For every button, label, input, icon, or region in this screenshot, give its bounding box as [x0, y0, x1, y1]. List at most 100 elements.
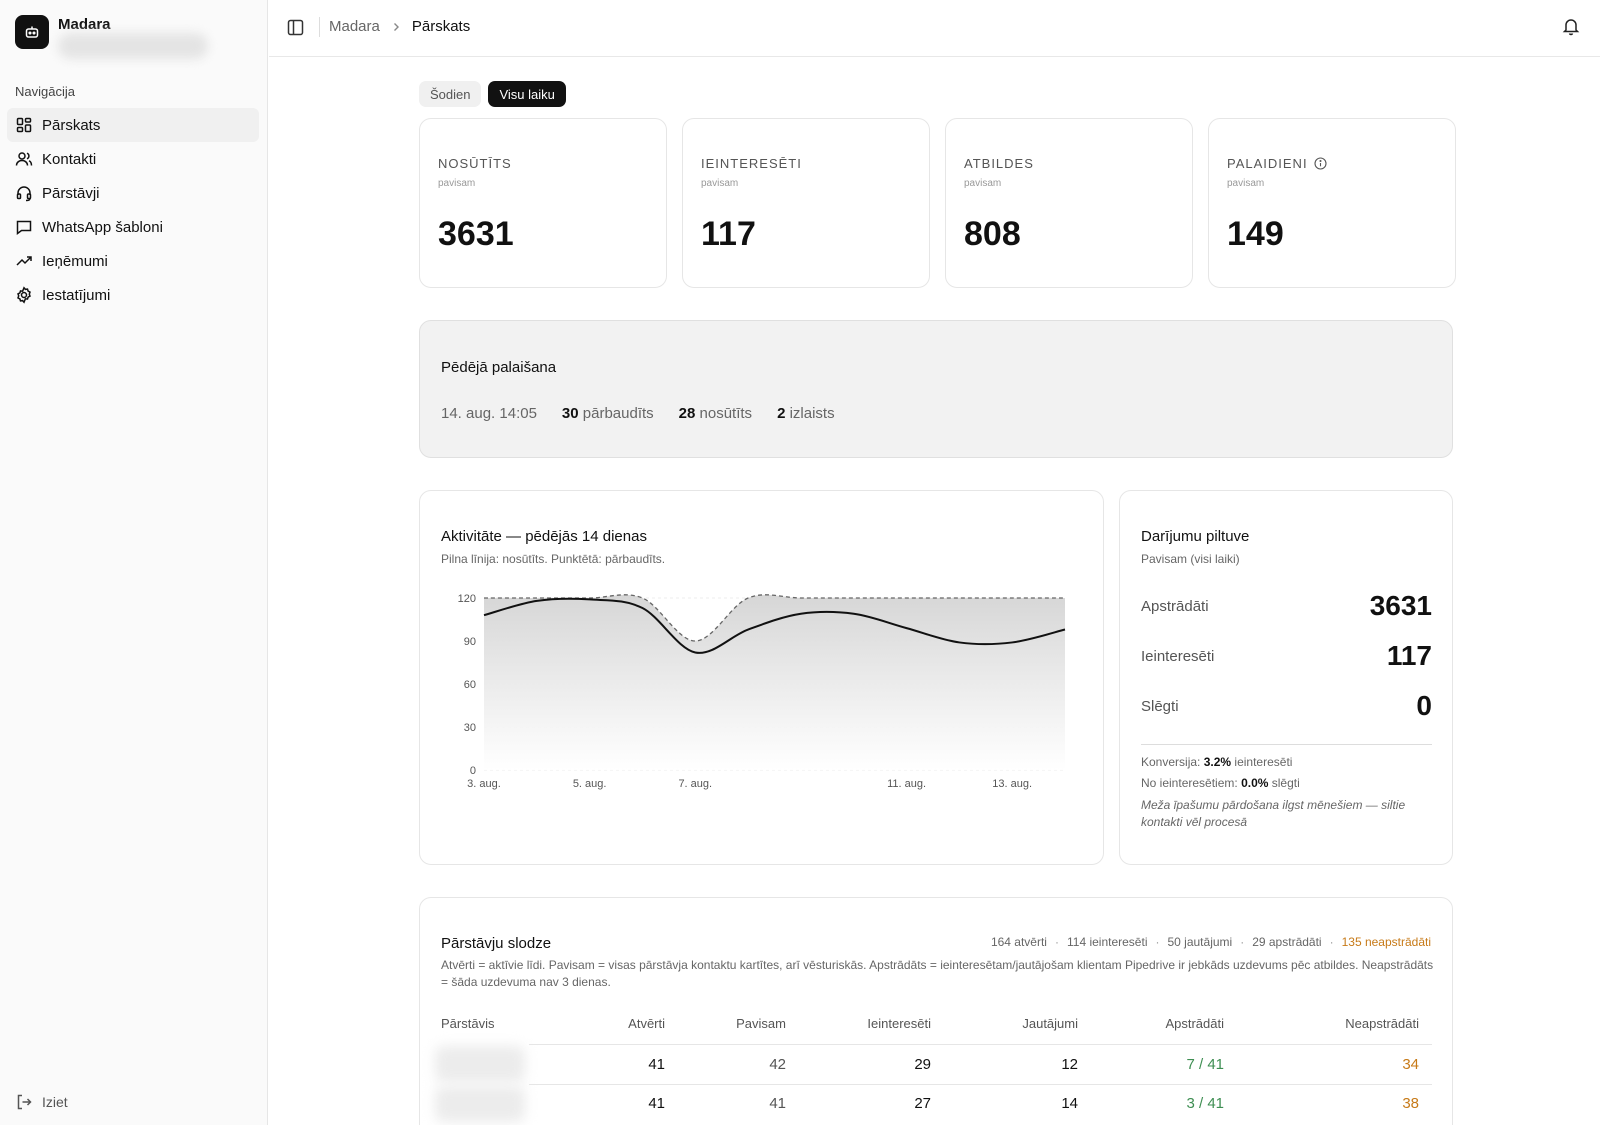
sidebar-item-label: Ieņēmumi: [42, 252, 108, 270]
chevron-right-icon: [390, 21, 402, 33]
range-today-button[interactable]: Šodien: [419, 81, 482, 107]
breadcrumb-current: Pārskats: [411, 18, 471, 35]
y-tick-label: 0: [470, 765, 476, 777]
agent-load-description: Atvērti = aktīvie līdi. Pavisam = visas …: [441, 958, 1434, 989]
stat-sub: pavisam: [701, 178, 739, 189]
agent-name-redacted: [435, 1046, 525, 1082]
stat-sub: pavisam: [438, 178, 476, 189]
breadcrumb-root[interactable]: Madara: [329, 18, 380, 35]
funnel-row-value: 0: [1416, 690, 1432, 721]
funnel-title: Darījumu piltuve: [1141, 528, 1250, 545]
stat-card-sent: NOSŪTĪTS pavisam 3631: [419, 118, 667, 288]
separator-dot: ·: [1240, 935, 1245, 949]
range-all-time-button[interactable]: Visu laiku: [488, 81, 566, 107]
sidebar-item-label: Pārskats: [42, 116, 101, 134]
column-header-questions[interactable]: Jautājumi: [1022, 1016, 1078, 1031]
sidebar-item-agents[interactable]: Pārstāvji: [7, 176, 259, 210]
top-bar: Madara Pārskats: [269, 0, 1600, 57]
bell-icon: [1562, 19, 1580, 36]
summary-handled: 29 apstrādāti: [1252, 935, 1322, 949]
divider: [529, 1084, 1432, 1085]
stat-card-replies: ATBILDES pavisam 808: [945, 118, 1193, 288]
column-header-agent[interactable]: Pārstāvis: [441, 1016, 494, 1031]
column-header-handled[interactable]: Apstrādāti: [1165, 1016, 1224, 1031]
cell-unhandled: 34: [1402, 1056, 1419, 1073]
sidebar-item-settings[interactable]: Iestatījumi: [7, 278, 259, 312]
y-tick-label: 90: [464, 636, 476, 648]
x-tick-label: 3. aug.: [467, 778, 501, 790]
activity-subtitle: Pilna līnija: nosūtīts. Punktētā: pārbau…: [441, 552, 666, 566]
column-header-total[interactable]: Pavisam: [736, 1016, 786, 1031]
last-run-summary: 14. aug. 14:05 30 pārbaudīts 28 nosūtīts…: [441, 405, 860, 422]
logout-icon: [17, 1094, 32, 1110]
last-run-date: 14. aug. 14:05: [441, 405, 537, 422]
stat-card-launches: PALAIDIENI pavisam 149: [1208, 118, 1456, 288]
robot-icon: [15, 15, 49, 49]
column-header-interested[interactable]: Ieinteresēti: [867, 1016, 931, 1031]
sidebar-item-overview[interactable]: Pārskats: [7, 108, 259, 142]
last-run-title: Pēdējā palaišana: [441, 359, 557, 376]
notifications-button[interactable]: [1562, 17, 1580, 41]
conversion-label: Konversija:: [1141, 755, 1201, 769]
sidebar: Madara Navigācija Pārskats Kontakti Pārs…: [0, 0, 268, 1125]
sidebar-item-contacts[interactable]: Kontakti: [7, 142, 259, 176]
divider: [1141, 744, 1432, 745]
funnel-row-processed: Apstrādāti 3631: [1141, 590, 1432, 622]
brand-name: Madara: [58, 16, 111, 33]
x-tick-label: 5. aug.: [573, 778, 607, 790]
stat-card-interested: IEINTERESĒTI pavisam 117: [682, 118, 930, 288]
stat-label-text: ATBILDES: [964, 156, 1034, 171]
cell-unhandled: 38: [1402, 1095, 1419, 1112]
last-run-skipped: 2 izlaists: [777, 405, 835, 422]
closed-rate-value: 0.0%: [1241, 776, 1269, 790]
x-tick-label: 13. aug.: [992, 778, 1032, 790]
funnel-row-label: Slēgti: [1141, 697, 1179, 715]
funnel-row-value: 117: [1386, 640, 1432, 671]
gear-icon: [17, 286, 31, 304]
last-run-checked: 30 pārbaudīts: [562, 405, 654, 422]
stat-value: 149: [1227, 215, 1284, 253]
y-tick-label: 60: [464, 679, 476, 691]
column-header-unhandled[interactable]: Neapstrādāti: [1345, 1016, 1419, 1031]
x-tick-label: 7. aug.: [678, 778, 712, 790]
cell-handled: 3 / 41: [1186, 1095, 1224, 1112]
stat-value: 3631: [438, 215, 514, 253]
cell-questions: 12: [1061, 1056, 1078, 1073]
activity-title: Aktivitāte — pēdējās 14 dienas: [441, 528, 647, 545]
panel-left-icon: [287, 19, 304, 36]
agent-load-summary: 164 atvērti · 114 ieinteresēti · 50 jautāj…: [991, 935, 1431, 949]
sidebar-item-label: Iestatījumi: [42, 286, 111, 304]
cell-handled: 7 / 41: [1186, 1056, 1224, 1073]
stat-value: 808: [964, 215, 1021, 253]
sidebar-item-revenue[interactable]: Ieņēmumi: [7, 244, 259, 278]
last-run-sent-count: 28: [678, 405, 696, 422]
logout-button[interactable]: Iziet: [15, 1093, 68, 1111]
stat-sub: pavisam: [1227, 178, 1265, 189]
sidebar-item-whatsapp-templates[interactable]: WhatsApp šabloni: [7, 210, 259, 244]
last-run-card: Pēdējā palaišana 14. aug. 14:05 30 pārba…: [419, 320, 1453, 458]
stat-label: PALAIDIENI: [1227, 156, 1327, 171]
divider: [529, 1044, 1432, 1045]
stat-label-text: IEINTERESĒTI: [701, 156, 802, 171]
divider: [319, 17, 320, 37]
stat-sub: pavisam: [964, 178, 1002, 189]
logout-label: Iziet: [42, 1094, 68, 1110]
activity-chart: 0 30 60 90 120 3. aug. 5. aug. 7. aug. 11. aug.…: [458, 593, 1066, 790]
stat-label: NOSŪTĪTS: [438, 156, 512, 171]
info-icon[interactable]: [1314, 157, 1327, 170]
dashboard-icon: [16, 117, 32, 133]
stat-label: IEINTERESĒTI: [701, 156, 802, 171]
summary-open: 164 atvērti: [990, 935, 1047, 949]
agent-load-title: Pārstāvju slodze: [441, 935, 552, 952]
last-run-sent: 28 nosūtīts: [679, 405, 752, 422]
users-icon: [15, 152, 33, 166]
sidebar-item-label: Pārstāvji: [42, 184, 100, 202]
separator-dot: ·: [1329, 935, 1334, 949]
funnel-row-interested: Ieinteresēti 117: [1141, 640, 1432, 672]
last-run-sent-label: nosūtīts: [699, 405, 753, 422]
nav-heading: Navigācija: [15, 84, 75, 99]
conversion-value: 3.2%: [1203, 755, 1232, 769]
funnel-conversion: Konversija: 3.2% ieinteresēti: [1141, 755, 1292, 769]
sidebar-toggle-button[interactable]: [287, 19, 304, 41]
column-header-open[interactable]: Atvērti: [628, 1016, 665, 1031]
